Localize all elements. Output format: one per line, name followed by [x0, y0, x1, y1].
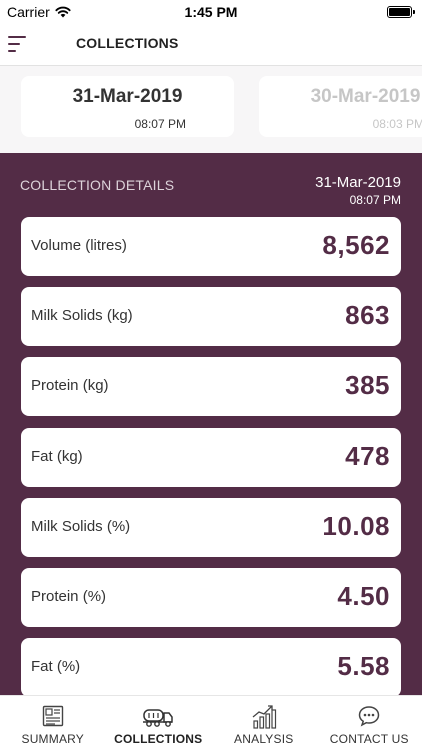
date-card-time: 08:07 PM — [134, 117, 186, 131]
metric-label: Milk Solids (%) — [31, 518, 131, 535]
page-title: COLLECTIONS — [76, 35, 179, 51]
date-card-time: 08:03 PM — [372, 117, 422, 131]
metric-value: 8,562 — [322, 230, 390, 260]
metric-label: Protein (kg) — [31, 377, 109, 394]
metric-value: 385 — [345, 370, 390, 400]
summary-icon — [42, 705, 63, 727]
metric-value: 478 — [345, 441, 390, 471]
metric-card-fat-percent: Fat (%) 5.58 — [21, 638, 401, 695]
metric-value: 863 — [345, 300, 390, 330]
metric-value: 4.50 — [337, 581, 390, 611]
collection-details[interactable]: COLLECTION DETAILS 31-Mar-2019 08:07 PM … — [0, 153, 422, 695]
section-title: COLLECTION DETAILS — [20, 177, 175, 193]
tab-bar: SUMMARY COLLECTIONS ANALYSIS CONTACT US — [0, 695, 422, 750]
metric-value: 10.08 — [322, 511, 390, 541]
details-time: 08:07 PM — [349, 193, 401, 207]
metric-card-fat-kg: Fat (kg) 478 — [21, 428, 401, 487]
battery-icon — [387, 6, 415, 18]
metric-label: Protein (%) — [31, 588, 107, 605]
date-card-date: 31-Mar-2019 — [72, 86, 183, 107]
metric-card-volume: Volume (litres) 8,562 — [21, 217, 401, 276]
metric-value: 5.58 — [337, 651, 390, 681]
tab-collections[interactable]: COLLECTIONS — [106, 696, 212, 750]
tab-contact-us[interactable]: CONTACT US — [317, 696, 422, 750]
metric-label: Fat (kg) — [31, 448, 83, 465]
tab-summary[interactable]: SUMMARY — [0, 696, 106, 750]
details-date: 31-Mar-2019 — [315, 174, 401, 191]
analysis-chart-icon — [252, 705, 276, 729]
tab-label: SUMMARY — [21, 732, 85, 746]
tab-label: COLLECTIONS — [114, 732, 203, 746]
nav-bar: COLLECTIONS — [0, 24, 422, 66]
tab-label: CONTACT US — [329, 732, 409, 746]
battery-level — [389, 8, 410, 16]
date-card-date: 30-Mar-2019 — [310, 86, 421, 107]
chat-bubble-icon — [358, 706, 380, 727]
tab-analysis[interactable]: ANALYSIS — [211, 696, 317, 750]
date-selector[interactable]: 31-Mar-2019 08:07 PM 30-Mar-2019 08:03 P… — [0, 66, 422, 153]
metric-label: Fat (%) — [31, 658, 81, 675]
metric-card-milk-solids-kg: Milk Solids (kg) 863 — [21, 287, 401, 346]
metric-label: Volume (litres) — [31, 237, 127, 254]
details-timestamp: 31-Mar-2019 08:07 PM — [315, 174, 401, 207]
wifi-icon — [55, 6, 71, 18]
status-left: Carrier — [7, 4, 71, 20]
metric-card-protein-percent: Protein (%) 4.50 — [21, 568, 401, 627]
date-card[interactable]: 30-Mar-2019 08:03 PM — [259, 76, 422, 137]
tanker-truck-icon — [143, 709, 173, 727]
metric-label: Milk Solids (kg) — [31, 307, 133, 324]
tab-label: ANALYSIS — [234, 732, 294, 746]
metric-card-milk-solids-percent: Milk Solids (%) 10.08 — [21, 498, 401, 557]
status-bar: Carrier 1:45 PM — [0, 0, 422, 24]
carrier-label: Carrier — [7, 4, 50, 20]
metric-card-protein-kg: Protein (kg) 385 — [21, 357, 401, 416]
date-card-selected[interactable]: 31-Mar-2019 08:07 PM — [21, 76, 234, 137]
menu-icon[interactable] — [8, 34, 30, 54]
